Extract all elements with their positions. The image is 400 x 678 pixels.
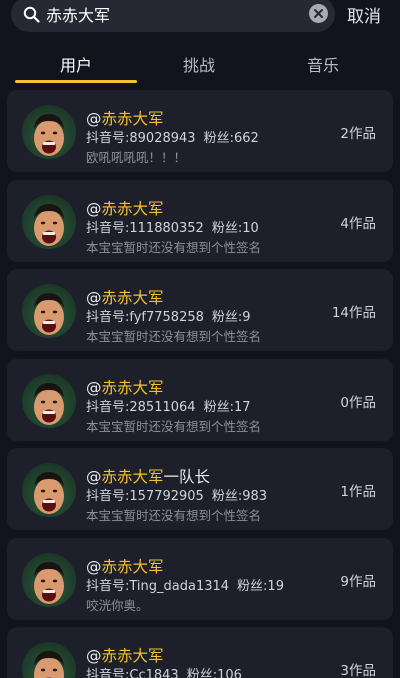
- avatar[interactable]: [22, 373, 76, 428]
- user-id: 抖音号:fyf7758258: [86, 310, 204, 325]
- avatar-face-image: [34, 293, 64, 335]
- user-meta: 抖音号:Ting_dada1314 粉丝:19: [86, 575, 284, 594]
- user-id: 抖音号:Ting_dada1314: [86, 578, 230, 594]
- fans-count: 粉丝:17: [203, 399, 251, 415]
- avatar-face-image: [34, 561, 64, 604]
- cancel-button[interactable]: 取消: [347, 2, 381, 27]
- name-highlight: 赤赤大军: [101, 647, 164, 665]
- avatar-face-image: [34, 382, 64, 425]
- tab-music[interactable]: 音乐: [283, 52, 363, 76]
- user-meta: 抖音号:89028943 粉丝:662: [86, 127, 259, 146]
- user-result-card[interactable]: @赤赤大军 抖音号:Ting_dada1314 粉丝:19 咬洸你奥。 9作品: [7, 537, 393, 620]
- tab-challenges[interactable]: 挑战: [159, 52, 239, 76]
- avatar-face-image: [34, 203, 64, 246]
- user-result-card[interactable]: @赤赤大军 抖音号:fyf7758258 粉丝:9 本宝宝暂时还没有想到个性签名 …: [7, 269, 393, 351]
- user-meta: 抖音号:Cc1843 粉丝:106: [86, 664, 242, 678]
- user-signature: 本宝宝暂时还没有想到个性签名: [86, 329, 262, 344]
- avatar[interactable]: [22, 194, 76, 249]
- fans-count: 粉丝:19: [237, 578, 284, 594]
- user-name: @赤赤大军: [86, 376, 164, 398]
- user-name: @赤赤大军: [86, 555, 164, 577]
- user-name: @赤赤大军: [86, 197, 164, 219]
- name-highlight: 赤赤大军: [101, 468, 164, 486]
- user-id: 抖音号:Cc1843: [86, 668, 179, 678]
- avatar[interactable]: [22, 105, 76, 159]
- name-highlight: 赤赤大军: [101, 289, 164, 307]
- fans-count: 粉丝:10: [211, 220, 259, 236]
- works-count: 4作品: [340, 215, 376, 232]
- avatar-face-image: [34, 651, 64, 678]
- name-prefix: @: [86, 647, 102, 665]
- search-results-screen: 取消 用户 挑战 音乐 @赤赤大军 抖音号:89028943粉丝:662 欧吼吼…: [0, 0, 400, 678]
- user-result-card[interactable]: @赤赤大军 抖音号:111880352 粉丝:10 本宝宝暂时还没有想到个性签名 …: [7, 179, 393, 262]
- name-highlight: 赤赤大军: [101, 557, 164, 576]
- user-meta: 抖音号:28511064 粉丝:17: [86, 396, 251, 415]
- user-result-card[interactable]: @赤赤大军一队长 抖音号:157792905 粉丝:983 本宝宝暂时还没有想到个…: [7, 448, 393, 530]
- user-meta: 抖音号:111880352 粉丝:10: [86, 217, 259, 236]
- avatar[interactable]: [22, 463, 76, 517]
- search-icon: [23, 6, 40, 23]
- user-meta: 抖音号:157792905 粉丝:983: [86, 485, 267, 504]
- works-count: 2作品: [340, 126, 376, 142]
- user-signature: 本宝宝暂时还没有想到个性签名: [86, 239, 262, 255]
- works-count: 14作品: [331, 305, 376, 321]
- fans-count: 粉丝:9: [211, 310, 251, 325]
- user-name: @赤赤大军: [86, 644, 164, 666]
- name-highlight: 赤赤大军: [101, 199, 164, 218]
- name-highlight: 赤赤大军: [101, 378, 164, 397]
- name-prefix: @: [86, 468, 102, 486]
- user-id: 抖音号:111880352: [86, 220, 204, 236]
- clear-search-button[interactable]: [309, 4, 328, 23]
- user-result-card[interactable]: @赤赤大军 抖音号:Cc1843 粉丝:106 3作品: [7, 627, 393, 678]
- works-count: 0作品: [340, 394, 376, 411]
- tab-users[interactable]: 用户: [36, 52, 116, 76]
- close-icon: [314, 9, 323, 18]
- avatar[interactable]: [22, 552, 76, 607]
- user-name: @赤赤大军: [86, 107, 164, 129]
- search-input[interactable]: [46, 2, 296, 26]
- name-prefix: @: [86, 557, 102, 576]
- user-id: 抖音号:28511064: [86, 399, 196, 415]
- user-name: @赤赤大军一队长: [86, 465, 210, 487]
- name-prefix: @: [86, 110, 102, 128]
- fans-count: 粉丝:106: [186, 668, 242, 678]
- name-prefix: @: [86, 199, 102, 218]
- works-count: 9作品: [340, 573, 376, 590]
- name-highlight: 赤赤大军: [101, 110, 164, 128]
- works-count: 1作品: [340, 484, 376, 500]
- user-signature: 本宝宝暂时还没有想到个性签名: [86, 418, 262, 434]
- search-bar: 取消: [0, 0, 400, 34]
- avatar[interactable]: [22, 284, 76, 338]
- name-prefix: @: [86, 378, 102, 397]
- works-count: 3作品: [340, 663, 376, 678]
- user-signature: 欧吼吼吼吼！！！: [86, 150, 187, 165]
- name-suffix: 一队长: [163, 468, 211, 486]
- user-name: @赤赤大军: [86, 286, 164, 308]
- user-signature: 咬洸你奥。: [86, 597, 149, 613]
- user-result-card[interactable]: @赤赤大军 抖音号:89028943 粉丝:662 欧吼吼吼吼！！！ 2作品: [7, 90, 393, 172]
- tab-bar: 用户 挑战 音乐: [0, 42, 400, 84]
- user-meta: 抖音号:fyf7758258 粉丝:9: [86, 306, 251, 325]
- avatar[interactable]: [22, 642, 76, 678]
- fans-count: 粉丝:662: [203, 131, 259, 146]
- avatar-face-image: [34, 114, 64, 156]
- fans-count: 粉丝:983: [211, 489, 268, 504]
- user-result-card[interactable]: @赤赤大军 抖音号:28511064 粉丝:17 本宝宝暂时还没有想到个性签名 0…: [7, 358, 393, 441]
- active-tab-indicator: [15, 80, 137, 83]
- name-prefix: @: [86, 289, 102, 307]
- avatar-face-image: [34, 472, 64, 514]
- user-id: 抖音号:157792905: [86, 489, 204, 504]
- search-box[interactable]: [11, 0, 335, 32]
- user-id: 抖音号:89028943: [86, 131, 196, 146]
- user-signature: 本宝宝暂时还没有想到个性签名: [86, 508, 262, 523]
